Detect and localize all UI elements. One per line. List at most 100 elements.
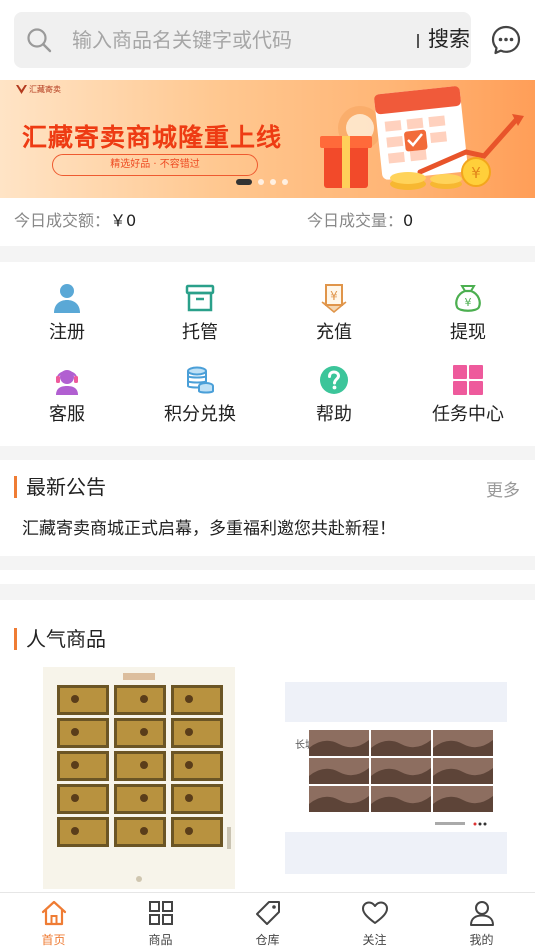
stamp-figure	[71, 695, 79, 703]
bottom-tab-bar: 首页 商品 仓库 关注 我的	[0, 892, 535, 951]
stamp-image	[117, 754, 163, 778]
tab-goods[interactable]: 商品	[107, 899, 214, 951]
banner-logo-text: 汇藏寄卖	[29, 85, 61, 94]
chat-bubble-icon[interactable]	[490, 24, 522, 56]
notice-text[interactable]: 汇藏寄卖商城正式启幕，多重福利邀您共赴新程！	[22, 514, 396, 539]
spacer-band	[0, 570, 535, 584]
stamp-image	[117, 787, 163, 811]
stamp-figure	[71, 761, 79, 769]
stamp-image	[174, 787, 220, 811]
menu-item-service[interactable]: 客服	[7, 364, 127, 434]
tab-label: 首页	[41, 933, 66, 947]
stamp-figure	[185, 695, 193, 703]
promo-banner[interactable]: 汇藏寄卖 汇藏寄卖商城隆重上线 精选好品 · 不容错过 ¥	[0, 80, 535, 198]
stamp-image	[60, 820, 106, 844]
tab-mine[interactable]: 我的	[428, 899, 535, 951]
money-bag-icon: ¥	[455, 285, 481, 312]
menu-item-custody[interactable]: 托管	[140, 282, 260, 352]
menu-item-label: 托管	[182, 322, 218, 343]
stamp-figure	[71, 794, 79, 802]
volume-value: 0	[403, 211, 414, 230]
goods-item-stamp-sheet-figures[interactable]	[43, 667, 235, 889]
function-menu: 注册 托管 ¥ 充值 ¥ 提现 客服 积分兑换 帮助 任务中心	[0, 262, 535, 446]
archive-box-icon	[185, 284, 215, 312]
user-icon	[54, 284, 80, 313]
tab-warehouse[interactable]: 仓库	[214, 899, 321, 951]
stamp-figure	[140, 827, 148, 835]
notice-title: 最新公告	[14, 476, 106, 498]
tab-follow[interactable]: 关注	[321, 899, 428, 951]
menu-item-register[interactable]: 注册	[7, 282, 127, 352]
notice-section: 最新公告 更多 汇藏寄卖商城正式启幕，多重福利邀您共赴新程！	[0, 460, 535, 556]
banner-logo: 汇藏寄卖	[16, 84, 61, 95]
menu-item-label: 帮助	[316, 404, 352, 425]
menu-item-points[interactable]: 积分兑换	[140, 364, 260, 434]
person-icon	[470, 901, 494, 926]
stamp-figure	[185, 728, 193, 736]
svg-text:¥: ¥	[330, 289, 338, 303]
notice-more-link[interactable]: 更多	[486, 476, 520, 501]
heart-icon	[362, 901, 388, 924]
search-icon	[27, 28, 52, 53]
volume-stat: 今日成交量：0	[307, 210, 413, 232]
question-circle-icon	[320, 366, 348, 394]
banner-pagination	[236, 179, 288, 185]
menu-item-recharge[interactable]: ¥ 充值	[274, 282, 394, 352]
turnover-label: 今日成交额：	[14, 211, 111, 230]
brand-mark-icon	[16, 85, 27, 94]
stamp-image	[117, 721, 163, 745]
volume-label: 今日成交量：	[307, 211, 404, 230]
home-icon	[41, 900, 67, 926]
stamp-figure	[71, 728, 79, 736]
search-input[interactable]: 输入商品名关键字或代码	[72, 27, 292, 53]
banner-dot[interactable]	[282, 179, 288, 185]
search-button[interactable]: 搜索	[428, 25, 470, 53]
hot-goods-section: 人气商品 长城	[0, 600, 535, 900]
trade-stats: 今日成交额：￥0 今日成交量：0	[0, 198, 535, 246]
tab-home[interactable]: 首页	[0, 899, 107, 951]
menu-item-label: 任务中心	[432, 404, 504, 425]
stamp-image	[60, 688, 106, 712]
tab-label: 仓库	[255, 933, 280, 947]
banner-subtitle: 精选好品 · 不容错过	[52, 154, 258, 176]
stamp-image	[174, 754, 220, 778]
svg-text:¥: ¥	[471, 164, 481, 182]
menu-item-label: 充值	[316, 322, 352, 343]
tab-label: 商品	[148, 933, 173, 947]
grid-tiles-icon	[453, 365, 483, 395]
stamp-figure	[140, 761, 148, 769]
stamp-image	[174, 721, 220, 745]
yen-envelope-icon: ¥	[321, 284, 347, 313]
stamp-figure	[185, 827, 193, 835]
stamp-figure	[140, 728, 148, 736]
tab-label: 我的	[469, 933, 494, 947]
tab-label: 关注	[362, 933, 387, 947]
stamp-figure	[140, 695, 148, 703]
stamp-figure	[185, 794, 193, 802]
menu-item-help[interactable]: 帮助	[274, 364, 394, 434]
menu-item-label: 客服	[49, 404, 85, 425]
menu-item-tasks[interactable]: 任务中心	[408, 364, 528, 434]
stamp-image	[60, 721, 106, 745]
stamp-image	[174, 820, 220, 844]
menu-item-label: 积分兑换	[164, 404, 236, 425]
stamp-image	[60, 754, 106, 778]
headset-agent-icon	[56, 370, 78, 395]
turnover-stat: 今日成交额：￥0	[14, 210, 136, 232]
stamp-image	[60, 787, 106, 811]
search-divider	[417, 34, 419, 48]
banner-dot[interactable]	[270, 179, 276, 185]
stamp-figure	[185, 761, 193, 769]
stamp-figure	[140, 794, 148, 802]
banner-dot[interactable]	[236, 179, 252, 185]
goods-item-stamp-sheet-landscape[interactable]: 长城	[285, 682, 507, 874]
banner-illustration: ¥	[320, 86, 524, 190]
stamp-image	[117, 688, 163, 712]
stamp-image	[174, 688, 220, 712]
stamp-figure	[71, 827, 79, 835]
top-bar: 输入商品名关键字或代码 搜索	[0, 0, 535, 80]
svg-text:¥: ¥	[465, 296, 472, 309]
search-box[interactable]: 输入商品名关键字或代码 搜索	[14, 12, 471, 68]
banner-dot[interactable]	[258, 179, 264, 185]
menu-item-withdraw[interactable]: ¥ 提现	[408, 282, 528, 352]
